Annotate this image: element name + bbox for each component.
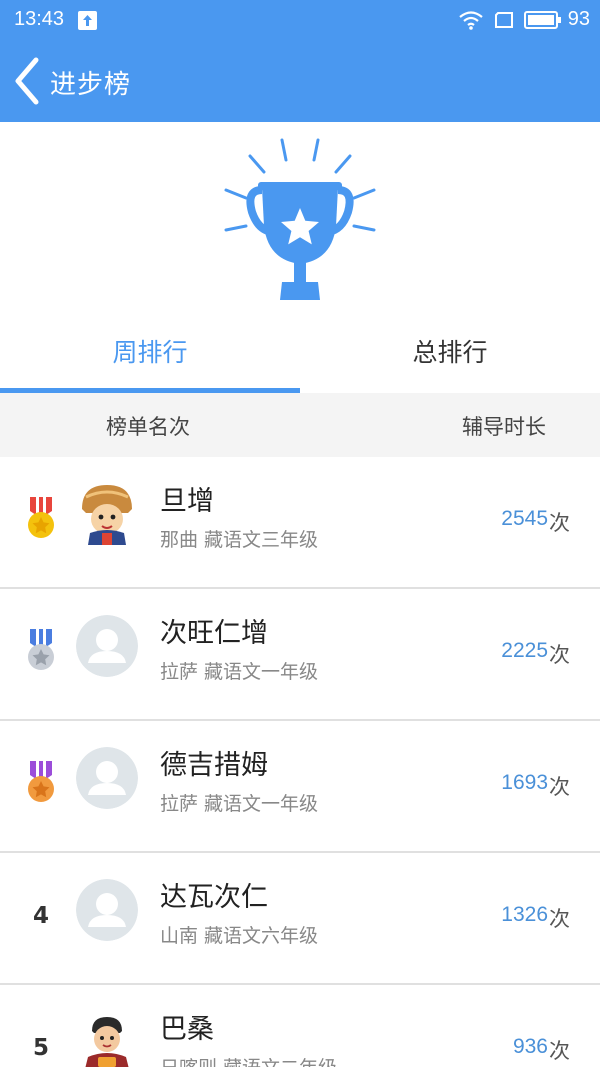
- nav-bar: 进步榜: [0, 40, 600, 122]
- bronze-medal-icon: [22, 759, 60, 805]
- count-unit: 次: [549, 643, 570, 667]
- ranking-row[interactable]: 旦增 那曲 藏语文三年级 2545 次: [0, 457, 600, 589]
- ranking-row[interactable]: 5 巴桑 日喀则 藏语文二年级 936 次: [0, 985, 600, 1067]
- screen-rotation-icon: [495, 12, 513, 28]
- gold-medal-icon: [22, 495, 60, 541]
- tutoring-count: 2545: [501, 507, 548, 530]
- ranking-tabs: 周排行 总排行: [0, 316, 600, 394]
- battery-percent: 93: [567, 8, 590, 30]
- tab-total-ranking[interactable]: 总排行: [300, 316, 600, 394]
- status-time: 13:43: [14, 8, 65, 30]
- back-button[interactable]: [8, 56, 48, 106]
- ranking-row[interactable]: 德吉措姆 拉萨 藏语文一年级 1693 次: [0, 721, 600, 853]
- ranking-row[interactable]: 次旺仁增 拉萨 藏语文一年级 2225 次: [0, 589, 600, 721]
- tab-weekly-ranking[interactable]: 周排行: [0, 316, 300, 394]
- ranking-row[interactable]: 4 达瓦次仁 山南 藏语文六年级 1326 次: [0, 853, 600, 985]
- battery-icon: [524, 11, 561, 29]
- rank-number: 5: [32, 1035, 49, 1061]
- page-title: 进步榜: [50, 70, 132, 100]
- user-avatar: [76, 483, 138, 545]
- chevron-left-icon: [15, 57, 39, 105]
- default-avatar-icon: [76, 615, 138, 677]
- student-location-grade: 拉萨 藏语文一年级: [160, 661, 319, 683]
- count-unit: 次: [549, 907, 570, 931]
- student-name: 旦增: [160, 486, 214, 517]
- default-avatar-icon: [76, 879, 138, 941]
- status-bar: 13:43 93: [0, 0, 600, 40]
- count-unit: 次: [549, 511, 570, 535]
- tutoring-count: 1326: [501, 903, 548, 926]
- default-avatar-icon: [76, 747, 138, 809]
- student-location-grade: 日喀则 藏语文二年级: [160, 1053, 337, 1067]
- user-avatar: [76, 1011, 138, 1067]
- student-name: 巴桑: [160, 1014, 214, 1045]
- student-location-grade: 山南 藏语文六年级: [160, 925, 319, 947]
- student-name: 达瓦次仁: [160, 882, 268, 913]
- student-location-grade: 那曲 藏语文三年级: [160, 529, 319, 551]
- column-rank-label: 榜单名次: [106, 415, 190, 439]
- student-location-grade: 拉萨 藏语文一年级: [160, 793, 319, 815]
- column-duration-label: 辅导时长: [462, 415, 546, 439]
- count-unit: 次: [549, 775, 570, 799]
- trophy-icon: [224, 138, 376, 300]
- silver-medal-icon: [22, 627, 60, 673]
- student-name: 次旺仁增: [160, 618, 268, 649]
- student-name: 德吉措姆: [160, 750, 268, 781]
- tutoring-count: 1693: [501, 771, 548, 794]
- count-unit: 次: [549, 1039, 570, 1063]
- tutoring-count: 936: [512, 1035, 548, 1058]
- column-header: 榜单名次 辅导时长: [0, 393, 600, 457]
- rank-number: 4: [32, 903, 49, 929]
- upload-notification-icon: [78, 11, 97, 30]
- wifi-icon: [459, 11, 483, 30]
- tutoring-count: 2225: [501, 639, 548, 662]
